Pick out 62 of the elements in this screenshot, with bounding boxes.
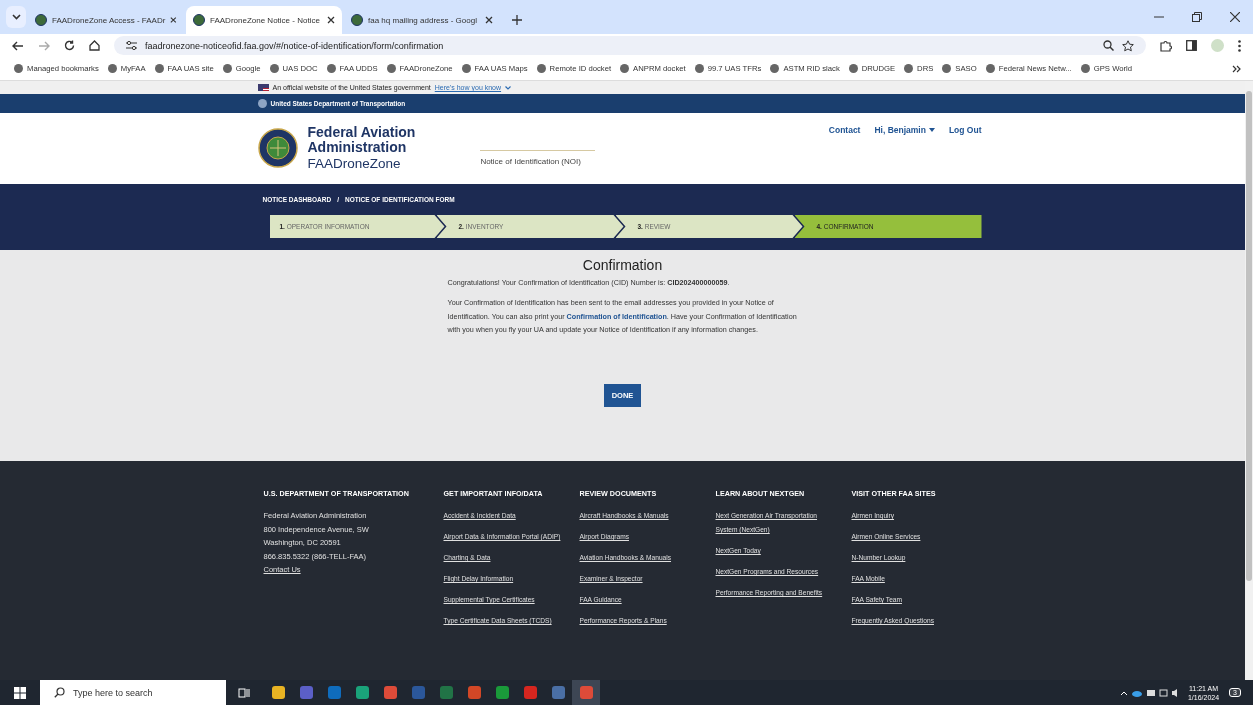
site-icon [1080, 64, 1090, 73]
zoom-icon[interactable] [1103, 40, 1114, 51]
site-icon [386, 64, 396, 73]
site-icon [848, 64, 858, 73]
site-icon [770, 64, 780, 73]
tray-icons[interactable] [1119, 687, 1180, 698]
user-menu-link[interactable]: Hi, Benjamin [874, 125, 935, 135]
more-menu-icon[interactable] [1238, 39, 1241, 52]
back-arrow-icon[interactable] [12, 40, 24, 51]
site-icon [694, 64, 704, 73]
scroll-thumb[interactable] [1246, 91, 1252, 581]
site-icon [461, 64, 471, 73]
app-name-tab[interactable]: Notice of Identification (NOI) [480, 150, 596, 166]
close-icon[interactable] [170, 16, 177, 24]
double-chevron-icon[interactable] [1232, 64, 1241, 73]
us-flag-icon [257, 84, 269, 91]
star-icon[interactable] [1122, 39, 1134, 52]
site-icon [14, 64, 23, 73]
site-icon [269, 64, 279, 73]
caret-icon [928, 128, 935, 132]
browser-tab[interactable]: faa hq mailing address - Googl [344, 6, 500, 34]
restore-icon[interactable] [1192, 12, 1202, 22]
taskbar-search-field[interactable]: Type here to search [40, 680, 226, 705]
site-settings-icon[interactable] [126, 41, 137, 50]
site-icon [193, 14, 205, 26]
site-icon [222, 64, 232, 73]
site-icon [536, 64, 546, 73]
close-icon[interactable] [327, 16, 335, 24]
nav-link[interactable]: Log Out [948, 125, 982, 135]
chevron-down-icon [505, 85, 512, 90]
task-view-icon[interactable] [238, 686, 250, 699]
nav-link[interactable]: Contact [828, 125, 861, 135]
browser-tab[interactable]: FAADroneZone Notice - Notice [186, 6, 342, 34]
tab-list-button[interactable] [6, 6, 26, 28]
windows-logo-icon[interactable] [14, 686, 26, 699]
site-icon [904, 64, 914, 73]
page-heading: Confirmation [581, 259, 664, 273]
site-icon [326, 64, 336, 73]
scrollbar[interactable] [1245, 81, 1253, 680]
close-icon[interactable] [1230, 12, 1240, 22]
site-icon [351, 14, 363, 26]
agency-title: Federal Aviation [307, 125, 416, 140]
dot-logo-icon [257, 99, 267, 108]
agency-title: Administration [307, 140, 408, 155]
site-icon [107, 64, 117, 73]
reload-icon[interactable] [64, 40, 75, 51]
browser-tab[interactable]: FAADroneZone Access - FAADr [28, 6, 184, 34]
side-panel-icon[interactable] [1186, 40, 1197, 51]
chevron-down-icon [11, 14, 21, 20]
site-icon [985, 64, 995, 73]
address-bar[interactable]: faadronezone-noticeofid.faa.gov/#/notice-of-identification/form/confirmation [114, 36, 1146, 55]
faa-seal-icon[interactable] [257, 128, 298, 168]
site-icon [35, 14, 47, 26]
search-icon [54, 687, 65, 698]
site-icon [942, 64, 952, 73]
home-icon[interactable] [89, 40, 100, 51]
site-name: FAADroneZone [307, 155, 402, 172]
site-icon [154, 64, 164, 73]
plus-icon[interactable] [512, 15, 522, 25]
close-icon[interactable] [485, 16, 493, 24]
puzzle-icon[interactable] [1160, 39, 1172, 52]
site-icon [620, 64, 630, 73]
